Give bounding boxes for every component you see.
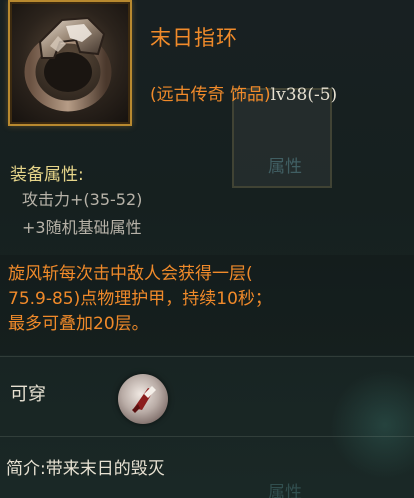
item-name: 末日指环 [150, 26, 238, 50]
item-icon-frame [8, 0, 132, 126]
item-level: lv38(-5) [270, 85, 338, 105]
sword-slash-icon [132, 386, 156, 413]
background-slot-label: 属性 [268, 157, 302, 177]
item-description: 简介:带来末日的毁灭 [6, 459, 165, 479]
class-icon-container [118, 374, 168, 424]
stat-line: +3随机基础属性 [22, 218, 142, 237]
background-glow [330, 370, 414, 480]
divider [0, 436, 414, 437]
ring-icon [24, 16, 112, 112]
effect-line: 75.9-85)点物理护甲，持续10秒； [8, 289, 272, 309]
attributes-title: 装备属性: [10, 165, 84, 185]
item-type-level: (远古传奇 饰品)lv38(-5) [150, 80, 337, 105]
stat-line: 攻击力+(35-52) [22, 190, 143, 209]
legendary-effect: 旋风斩每次击中敌人会获得一层( 75.9-85)点物理护甲，持续10秒； 最多可… [8, 262, 388, 337]
effect-line: 旋风斩每次击中敌人会获得一层( [8, 264, 253, 284]
item-tooltip: 属性 属性 末日指环 (远古传奇 饰品)lv38(-5) 装备属性: 攻击力+(… [0, 0, 414, 498]
wearable-label: 可穿 [10, 384, 46, 405]
item-type: (远古传奇 饰品) [150, 85, 271, 105]
divider [0, 356, 414, 357]
effect-line: 最多可叠加20层。 [8, 314, 149, 334]
background-slot-label-bottom: 属性 [268, 483, 302, 498]
